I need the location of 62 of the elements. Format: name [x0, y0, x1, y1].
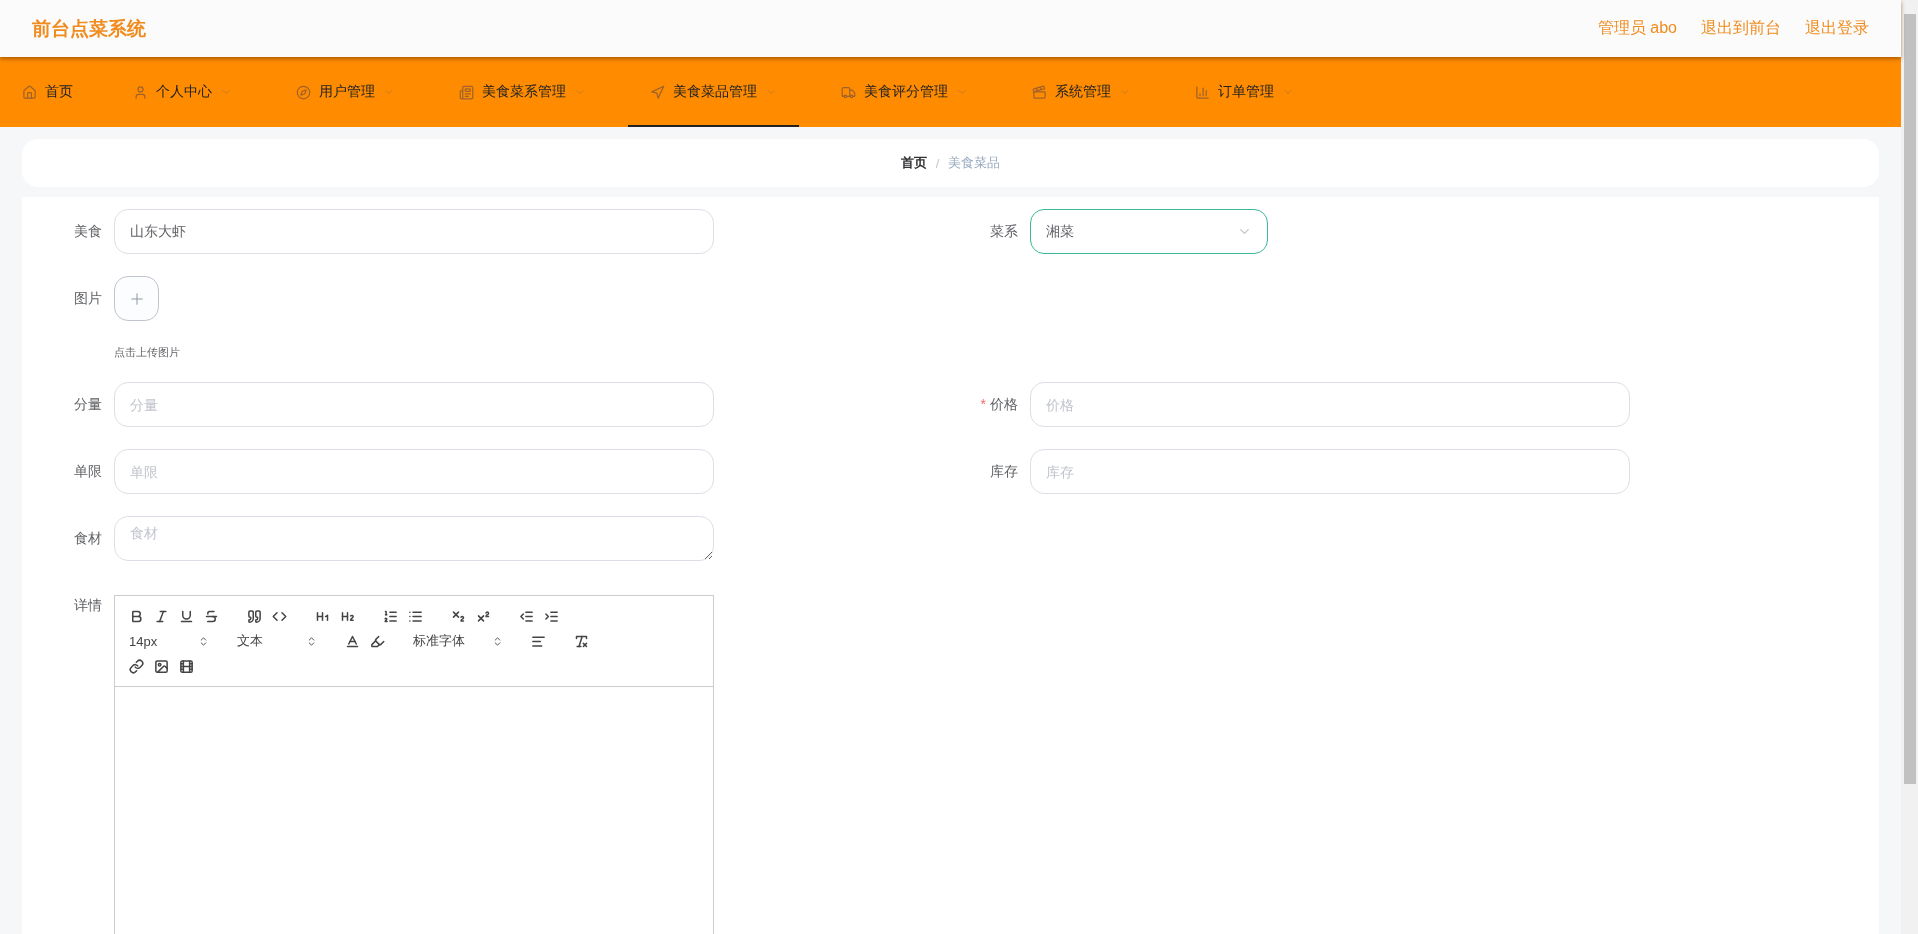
film-icon[interactable] [179, 658, 194, 674]
field-label: 菜系 [989, 222, 1019, 241]
bold-icon[interactable] [129, 608, 144, 624]
font-size-picker[interactable]: 14px [129, 633, 209, 649]
field-label: 美食 [73, 222, 103, 241]
newspaper-icon [459, 84, 474, 100]
breadcrumb-item[interactable]: 首页 [900, 154, 927, 172]
scrollbar[interactable] [1901, 0, 1918, 934]
compass-icon [296, 84, 311, 100]
upload-hint: 点击上传图片 [114, 345, 180, 360]
outdent-icon[interactable] [519, 608, 534, 624]
superscript-icon[interactable] [476, 608, 491, 624]
field-label: 价格 [990, 396, 1018, 412]
text-field[interactable]: 分量 [114, 382, 714, 427]
breadcrumb-separator: / [935, 155, 940, 171]
field-label: 库存 [989, 462, 1019, 481]
nav-item[interactable]: 美食菜系管理 [437, 57, 608, 127]
up-down-icon [306, 635, 317, 647]
up-down-icon [492, 635, 503, 647]
bar-chart-icon [1195, 84, 1210, 100]
quote-icon[interactable] [247, 608, 262, 624]
align-left-icon[interactable] [531, 633, 546, 649]
nav-item[interactable]: 首页 [0, 57, 95, 127]
select-field[interactable]: 湘菜 [1030, 209, 1268, 254]
nav-item[interactable]: 系统管理 [1010, 57, 1153, 127]
font-family-picker[interactable]: 标准字体 [413, 632, 503, 650]
nav-item[interactable]: 个人中心 [111, 57, 254, 127]
nav-item[interactable]: 美食菜品管理 [628, 57, 799, 127]
image-icon[interactable] [154, 658, 169, 674]
text-area[interactable]: 食材 [114, 516, 714, 561]
text-field[interactable]: 单限 [114, 449, 714, 494]
subscript-icon[interactable] [451, 608, 466, 624]
highlight-icon[interactable] [370, 633, 385, 649]
nav-item[interactable]: 订单管理 [1173, 57, 1316, 127]
italic-icon[interactable] [154, 608, 169, 624]
indent-icon[interactable] [544, 608, 559, 624]
field-label: 图片 [73, 289, 103, 308]
required-asterisk: * [980, 396, 986, 412]
bullet-list-icon[interactable] [408, 608, 423, 624]
field-label: 单限 [73, 462, 103, 481]
user-icon [133, 84, 148, 100]
field-label: 食材 [73, 529, 103, 548]
navigation-icon [650, 84, 665, 100]
strikethrough-icon[interactable] [204, 608, 219, 624]
nav-item[interactable]: 用户管理 [274, 57, 417, 127]
nav-item[interactable]: 美食评分管理 [819, 57, 990, 127]
field-label: 分量 [73, 395, 103, 414]
link-icon[interactable] [129, 658, 144, 674]
up-down-icon [198, 635, 209, 647]
film-icon [1032, 84, 1047, 100]
text-field[interactable]: 价格 [1030, 382, 1630, 427]
truck-icon [841, 84, 856, 100]
text-color-icon[interactable] [345, 633, 360, 649]
field-label: 详情 [73, 596, 103, 615]
text-field[interactable]: 山东大虾 [114, 209, 714, 254]
clear-format-icon[interactable] [574, 633, 589, 649]
home-icon [22, 84, 37, 100]
site-title: 前台点菜系统 [32, 16, 146, 41]
text-field[interactable]: 库存 [1030, 449, 1630, 494]
underline-icon[interactable] [179, 608, 194, 624]
ordered-list-icon[interactable] [383, 608, 398, 624]
text-style-picker[interactable]: 文本 [237, 632, 317, 650]
